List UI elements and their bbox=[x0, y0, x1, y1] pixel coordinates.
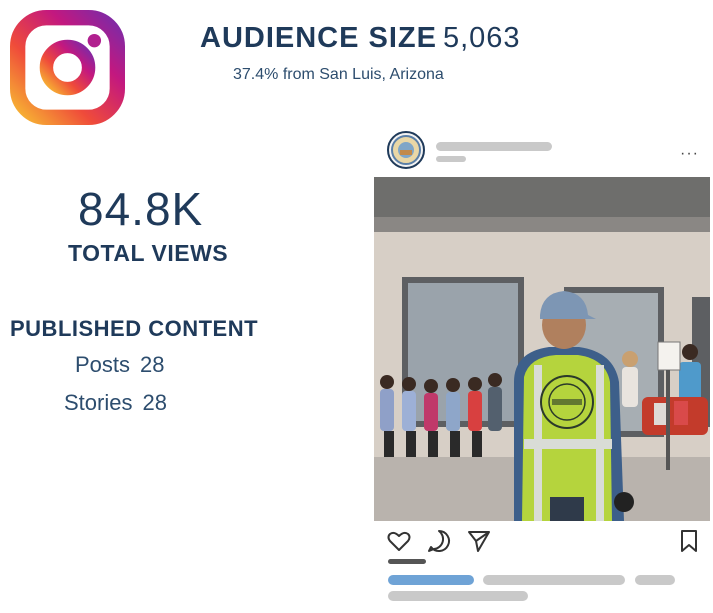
posts-stat-row: Posts 28 bbox=[75, 352, 165, 378]
caption-text-placeholder bbox=[483, 575, 625, 585]
comment-bubble-icon[interactable] bbox=[426, 528, 452, 554]
posts-count: 28 bbox=[140, 352, 165, 377]
total-views-label: TOTAL VIEWS bbox=[68, 240, 229, 266]
audience-size-label: AUDIENCE SIZE bbox=[200, 22, 437, 54]
location-placeholder bbox=[436, 156, 466, 162]
likes-placeholder bbox=[388, 559, 426, 564]
total-views-value: 84.8K bbox=[78, 183, 204, 235]
paper-plane-icon[interactable] bbox=[466, 528, 492, 554]
post-action-bar bbox=[386, 528, 706, 556]
heart-icon[interactable] bbox=[386, 528, 412, 554]
posts-label: Posts bbox=[75, 352, 131, 377]
audience-size-value: 5,063 bbox=[442, 22, 521, 54]
stories-stat-row: Stories 28 bbox=[64, 390, 167, 416]
ellipsis-icon[interactable]: ··· bbox=[680, 145, 699, 163]
audience-size-heading: AUDIENCE SIZE 5,063 bbox=[200, 22, 521, 55]
caption-username-placeholder bbox=[388, 575, 474, 585]
audience-location-subtitle: 37.4% from San Luis, Arizona bbox=[233, 66, 444, 83]
caption-text-placeholder bbox=[388, 591, 528, 601]
stories-count: 28 bbox=[142, 390, 167, 415]
instagram-post-mockup: ··· bbox=[370, 125, 710, 605]
post-photo bbox=[374, 177, 710, 521]
instagram-logo-icon bbox=[10, 10, 125, 125]
caption-text-placeholder bbox=[635, 575, 675, 585]
username-placeholder bbox=[436, 142, 552, 151]
published-content-label: PUBLISHED CONTENT bbox=[10, 316, 259, 341]
bookmark-icon[interactable] bbox=[678, 528, 700, 554]
city-seal-icon bbox=[391, 135, 421, 165]
avatar[interactable] bbox=[387, 131, 425, 169]
stories-label: Stories bbox=[64, 390, 133, 415]
